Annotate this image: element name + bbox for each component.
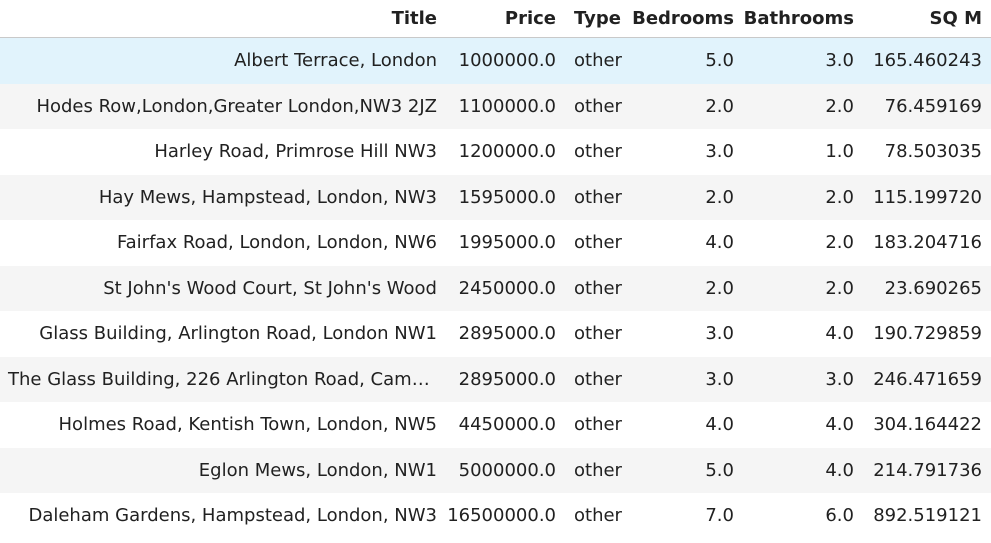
cell-bedrooms: 3.0 (705, 141, 734, 163)
table-row: Glass Building, Arlington Road, London N… (0, 311, 991, 357)
cell-price: 1995000.0 (458, 232, 556, 254)
cell-type: other (565, 447, 631, 493)
cell-title: Albert Terrace, London (0, 37, 446, 84)
cell-type: other (565, 356, 631, 402)
cell-type: other (565, 265, 631, 311)
table-row: Hay Mews, Hampstead, London, NW3 1595000.… (0, 174, 991, 220)
cell-price: 1000000.0 (446, 37, 565, 84)
cell-sqm: 76.459169 (863, 83, 991, 129)
table-row: Holmes Road, Kentish Town, London, NW5 44… (0, 402, 991, 448)
cell-bathrooms: 2.0 (743, 265, 863, 311)
table-header: Title Price Type Bedrooms Bathrooms SQ M (0, 0, 991, 38)
cell-title: St John's Wood Court, St John's Wood (0, 265, 446, 311)
dataframe-table: Title Price Type Bedrooms Bathrooms SQ M… (0, 0, 991, 539)
cell-title: Hay Mews, Hampstead, London, NW3 (0, 174, 446, 220)
cell-title: Fairfax Road, London, London, NW6 (116, 232, 437, 254)
column-header-price: Price (446, 0, 565, 38)
cell-title: Daleham Gardens, Hampstead, London, NW3 (28, 505, 437, 527)
table-row: Daleham Gardens, Hampstead, London, NW3 1… (0, 493, 991, 539)
table-row: Fairfax Road, London, London, NW6 1995000… (0, 220, 991, 266)
cell-bedrooms: 2.0 (631, 265, 743, 311)
table-body: Albert Terrace, London 1000000.0 other 5.0 3… (0, 37, 991, 539)
cell-title: Glass Building, Arlington Road, London N… (39, 323, 437, 345)
cell-title: Holmes Road, Kentish Town, London, NW5 (58, 414, 437, 436)
column-header-type: Type (565, 0, 631, 38)
cell-bathrooms: 6.0 (825, 505, 854, 527)
cell-bathrooms: 3.0 (743, 356, 863, 402)
cell-sqm: 165.460243 (863, 37, 991, 84)
cell-title: Harley Road, Primrose Hill NW3 (154, 141, 437, 163)
cell-price: 1595000.0 (446, 174, 565, 220)
cell-price: 2450000.0 (446, 265, 565, 311)
cell-bedrooms: 2.0 (631, 83, 743, 129)
cell-title: Eglon Mews, London, NW1 (0, 447, 446, 493)
column-header-sqm: SQ M (863, 0, 991, 38)
cell-sqm: 246.471659 (863, 356, 991, 402)
table-row: Hodes Row,London,Greater London,NW3 2JZ 1… (0, 83, 991, 129)
table-row: Harley Road, Primrose Hill NW3 1200000.0 o… (0, 129, 991, 175)
table-row: Albert Terrace, London 1000000.0 other 5.0 3… (0, 37, 991, 84)
cell-bedrooms: 4.0 (705, 232, 734, 254)
cell-type: other (574, 323, 622, 345)
cell-type: other (574, 141, 622, 163)
cell-type: other (574, 414, 622, 436)
table-row: St John's Wood Court, St John's Wood 2450… (0, 265, 991, 311)
cell-price: 4450000.0 (458, 414, 556, 436)
cell-price: 2895000.0 (458, 323, 556, 345)
cell-title: Hodes Row,London,Greater London,NW3 2JZ (0, 83, 446, 129)
cell-bedrooms: 2.0 (631, 174, 743, 220)
cell-price: 1100000.0 (446, 83, 565, 129)
cell-type: other (565, 37, 631, 84)
cell-bedrooms: 7.0 (705, 505, 734, 527)
cell-type: other (574, 232, 622, 254)
cell-type: other (565, 174, 631, 220)
cell-sqm: 115.199720 (863, 174, 991, 220)
cell-sqm: 304.164422 (873, 414, 982, 436)
cell-bedrooms: 4.0 (705, 414, 734, 436)
cell-bedrooms: 3.0 (631, 356, 743, 402)
column-header-bedrooms: Bedrooms (631, 0, 743, 38)
cell-bathrooms: 2.0 (743, 83, 863, 129)
cell-price: 1200000.0 (458, 141, 556, 163)
cell-type: other (574, 505, 622, 527)
cell-title: The Glass Building, 226 Arlington Road, … (0, 356, 446, 402)
column-header-bathrooms: Bathrooms (743, 0, 863, 38)
header-row: Title Price Type Bedrooms Bathrooms SQ M (0, 0, 991, 38)
cell-type: other (565, 83, 631, 129)
cell-bedrooms: 3.0 (705, 323, 734, 345)
cell-bathrooms: 2.0 (825, 232, 854, 254)
cell-bathrooms: 3.0 (743, 37, 863, 84)
cell-sqm: 23.690265 (863, 265, 991, 311)
cell-sqm: 183.204716 (873, 232, 982, 254)
cell-sqm: 892.519121 (873, 505, 982, 527)
cell-bedrooms: 5.0 (631, 447, 743, 493)
cell-price: 2895000.0 (446, 356, 565, 402)
table-row: Eglon Mews, London, NW1 5000000.0 other 5.0… (0, 447, 991, 493)
cell-bathrooms: 1.0 (825, 141, 854, 163)
cell-sqm: 190.729859 (873, 323, 982, 345)
cell-price: 16500000.0 (447, 505, 556, 527)
cell-sqm: 214.791736 (863, 447, 991, 493)
cell-sqm: 78.503035 (884, 141, 982, 163)
cell-bathrooms: 2.0 (743, 174, 863, 220)
cell-bathrooms: 4.0 (743, 447, 863, 493)
table-row: The Glass Building, 226 Arlington Road, … (0, 356, 991, 402)
cell-bedrooms: 5.0 (631, 37, 743, 84)
column-header-title: Title (0, 0, 446, 38)
cell-bathrooms: 4.0 (825, 323, 854, 345)
cell-price: 5000000.0 (446, 447, 565, 493)
cell-bathrooms: 4.0 (825, 414, 854, 436)
